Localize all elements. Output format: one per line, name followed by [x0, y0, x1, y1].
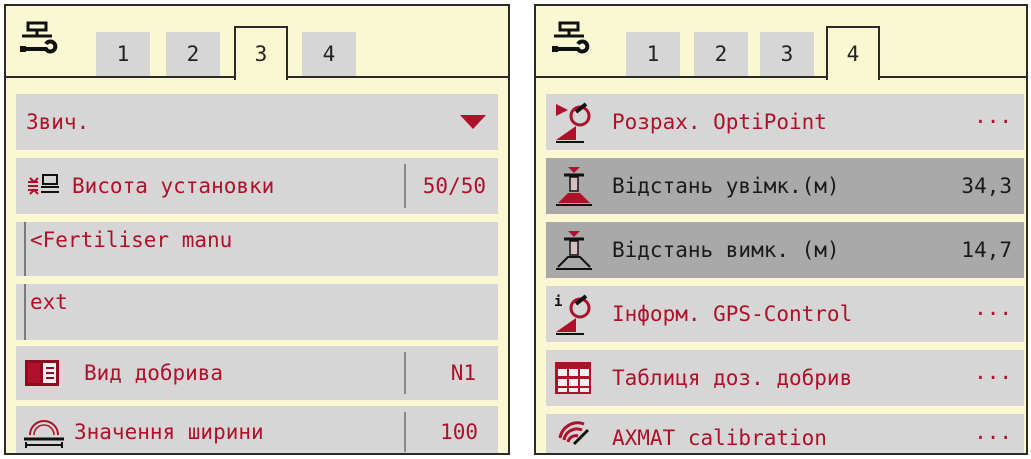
mount-height-value: 50/50: [422, 174, 486, 198]
distance-off-icon: [556, 231, 592, 270]
fertiliser-type-label: Вид добрива: [84, 361, 224, 385]
tab-2[interactable]: 2: [166, 32, 220, 76]
text-field-1[interactable]: <Fertiliser manu: [16, 222, 498, 276]
menu-item-more: ···: [974, 302, 1012, 326]
tab-3[interactable]: 3: [234, 26, 288, 80]
machine-settings-icon: [552, 21, 590, 54]
menu-item-more: ···: [974, 426, 1012, 450]
menu-item-more: ···: [974, 366, 1012, 390]
divider: [404, 412, 406, 452]
menu-item-label: Таблиця доз. добрив: [612, 366, 853, 390]
tab-2[interactable]: 2: [694, 32, 748, 76]
settings-panel-right: 1 2 3 4 Розрах. OptiPoint ··· Відстань у…: [534, 4, 1028, 455]
gps-info-icon: i: [554, 294, 591, 335]
tab-3[interactable]: 3: [760, 32, 814, 76]
width-value-row[interactable]: Значення ширини 100: [16, 406, 498, 453]
text-cursor: [24, 284, 26, 340]
tab-strip: 1 2 3 4: [536, 6, 1026, 82]
menu-item-gps-info[interactable]: i Інформ. GPS-Control ···: [546, 286, 1024, 342]
mode-dropdown[interactable]: Звич.: [16, 94, 498, 150]
text-field-2-value: ext: [30, 290, 68, 314]
divider: [404, 164, 406, 208]
distance-on-value: 34,3: [961, 174, 1012, 198]
tab-1[interactable]: 1: [626, 32, 680, 76]
mount-height-label: Висота установки: [72, 174, 275, 198]
text-field-1-value: <Fertiliser manu: [30, 228, 233, 252]
fertiliser-type-value: N1: [450, 361, 476, 385]
width-value-label: Значення ширини: [74, 420, 264, 444]
tab-strip: 1 2 3 4: [6, 6, 508, 82]
menu-item-distance-on[interactable]: Відстань увімк.(м) 34,3: [546, 158, 1024, 214]
tab-4[interactable]: 4: [302, 32, 356, 76]
axmat-calibration-icon: [558, 421, 590, 446]
tab-1[interactable]: 1: [96, 32, 150, 76]
menu-item-optipoint[interactable]: Розрах. OptiPoint ···: [546, 94, 1024, 150]
dropdown-value: Звич.: [26, 110, 90, 134]
menu-item-label: Відстань вимк. (м): [612, 238, 840, 262]
menu-item-label: AXMAT calibration: [612, 426, 827, 450]
menu-item-label: Відстань увімк.(м): [612, 174, 840, 198]
fertiliser-table-icon: [555, 362, 591, 394]
menu-item-label: Розрах. OptiPoint: [612, 110, 827, 134]
spread-width-icon: [24, 420, 64, 448]
tab-4[interactable]: 4: [826, 26, 880, 80]
svg-text:i: i: [554, 294, 562, 310]
mount-height-row[interactable]: Висота установки 50/50: [16, 158, 498, 214]
text-field-2[interactable]: ext: [16, 284, 498, 340]
optipoint-icon: [556, 102, 591, 143]
width-value-value: 100: [440, 420, 478, 444]
text-cursor: [24, 222, 26, 276]
distance-on-icon: [556, 167, 592, 206]
fertiliser-type-row[interactable]: Вид добрива N1: [16, 346, 498, 400]
menu-item-more: ···: [974, 110, 1012, 134]
divider: [404, 352, 406, 394]
mount-height-icon: [28, 174, 59, 195]
machine-settings-icon: [20, 21, 58, 54]
menu-item-axmat-calibration[interactable]: AXMAT calibration ···: [546, 414, 1024, 453]
dropdown-arrow-icon: [460, 115, 486, 129]
distance-off-value: 14,7: [961, 238, 1012, 262]
menu-item-label: Інформ. GPS-Control: [612, 302, 853, 326]
settings-panel-left: 1 2 3 4 Звич. Висота установки 50/50 <Fe…: [4, 4, 510, 455]
menu-item-fertiliser-table[interactable]: Таблиця доз. добрив ···: [546, 350, 1024, 406]
menu-item-distance-off[interactable]: Відстань вимк. (м) 14,7: [546, 222, 1024, 278]
fertiliser-book-icon: [25, 360, 59, 386]
